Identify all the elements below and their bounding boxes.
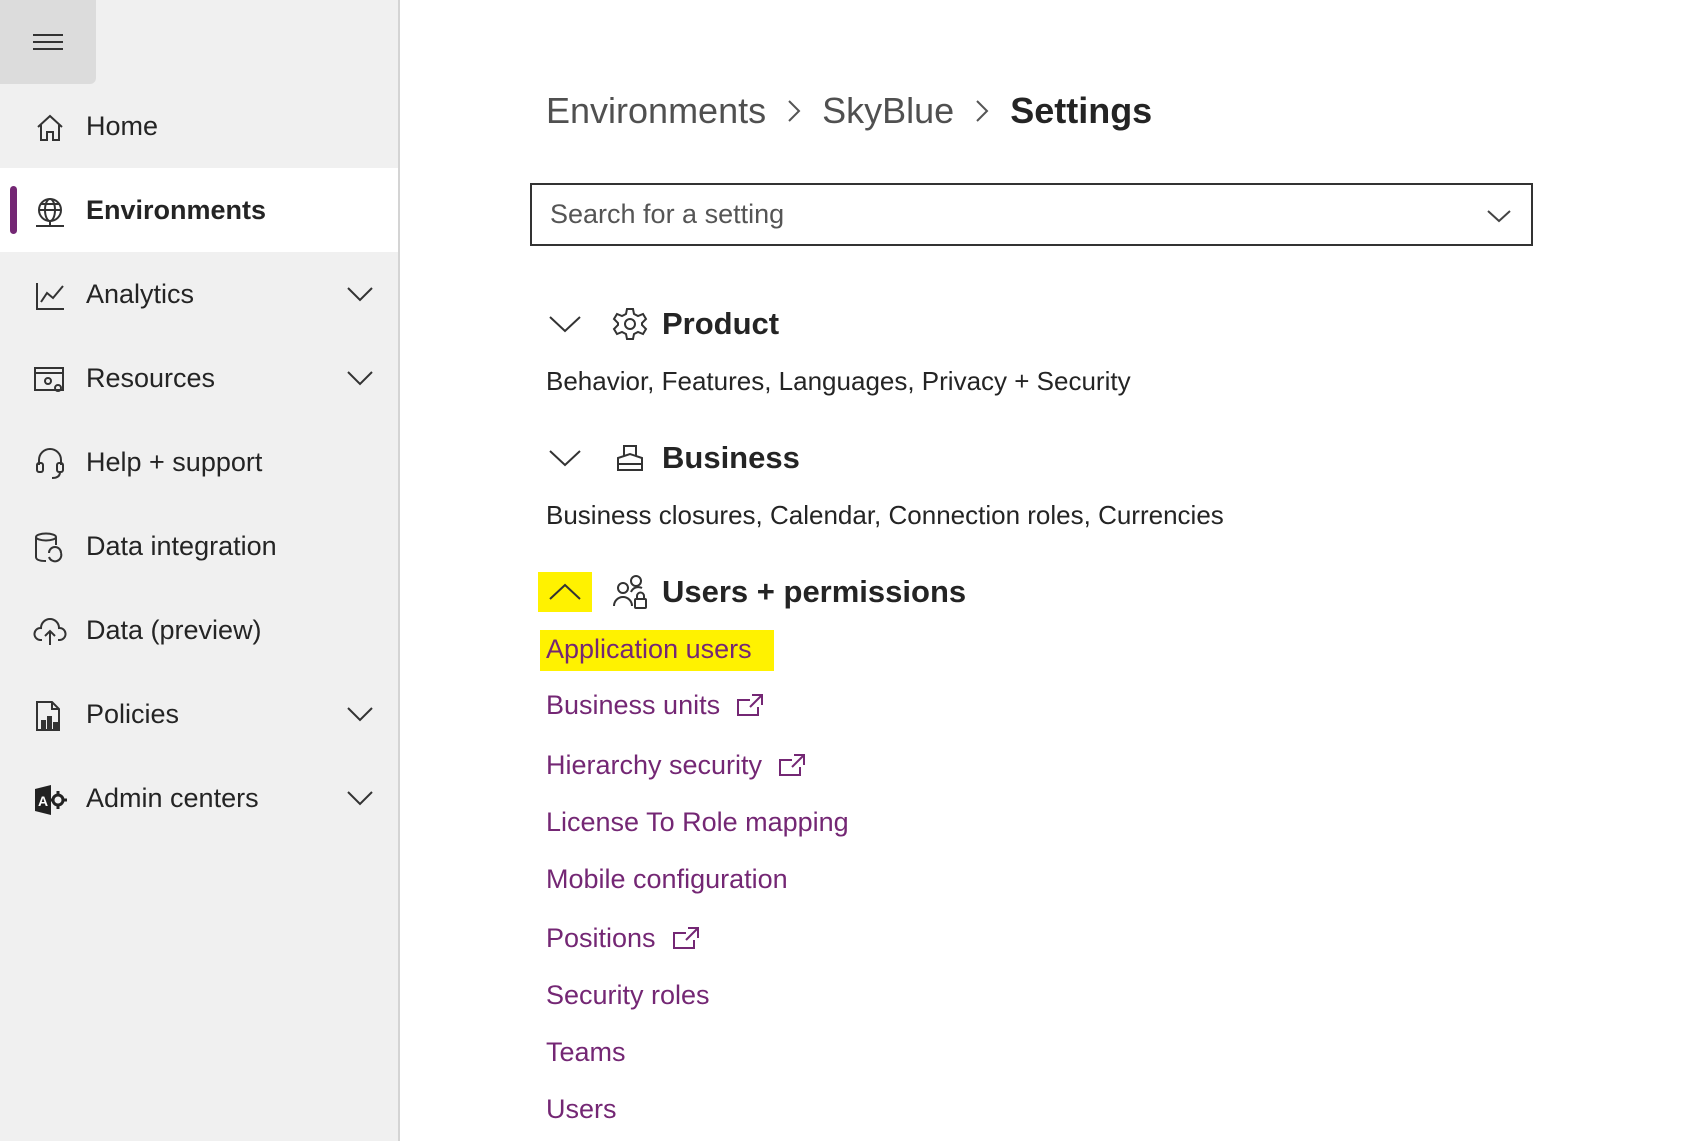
link-license-to-role-mapping[interactable]: License To Role mapping <box>546 807 849 838</box>
sidebar-item-data-integration[interactable]: Data integration <box>0 504 398 588</box>
link-application-users[interactable]: Application users <box>540 630 774 671</box>
hamburger-menu-button[interactable] <box>0 0 96 84</box>
chevron-down-icon[interactable] <box>344 784 376 812</box>
sidebar-item-home[interactable]: Home <box>0 84 398 168</box>
breadcrumb-item-skyblue[interactable]: SkyBlue <box>822 90 954 132</box>
data-integration-icon <box>32 530 68 566</box>
link-mobile-configuration[interactable]: Mobile configuration <box>546 864 788 895</box>
external-link-icon <box>672 926 700 952</box>
link-hierarchy-security[interactable]: Hierarchy security <box>546 750 806 781</box>
sidebar-item-label: Admin centers <box>86 782 259 813</box>
link-users[interactable]: Users <box>546 1094 617 1125</box>
search-placeholder: Search for a setting <box>550 199 785 229</box>
sidebar-item-admin-centers[interactable]: A Admin centers <box>0 756 398 840</box>
search-setting-combobox[interactable]: Search for a setting <box>530 183 1533 246</box>
link-positions[interactable]: Positions <box>546 923 700 954</box>
svg-text:A: A <box>38 793 48 809</box>
chart-icon <box>32 278 68 314</box>
breadcrumb: Environments SkyBlue Settings <box>546 86 1152 136</box>
sidebar-item-policies[interactable]: Policies <box>0 672 398 756</box>
headset-icon <box>32 446 68 482</box>
users-lock-icon <box>610 572 650 612</box>
sidebar-item-label: Environments <box>86 194 267 225</box>
cloud-icon <box>32 614 68 650</box>
resources-icon <box>32 362 68 398</box>
sidebar-item-label: Home <box>86 110 159 141</box>
sidebar: Home Environments Analytics Resources He… <box>0 0 400 1141</box>
business-expand-toggle[interactable] <box>538 438 592 478</box>
product-expand-toggle[interactable] <box>538 304 592 344</box>
gear-icon <box>610 304 650 344</box>
section-product-description: Behavior, Features, Languages, Privacy +… <box>546 366 1131 396</box>
link-security-roles[interactable]: Security roles <box>546 980 710 1011</box>
external-link-icon <box>736 693 764 719</box>
sidebar-item-data-preview[interactable]: Data (preview) <box>0 588 398 672</box>
sidebar-item-label: Help + support <box>86 446 263 477</box>
chevron-down-icon[interactable] <box>344 364 376 392</box>
link-business-units[interactable]: Business units <box>546 690 764 721</box>
sidebar-item-label: Data (preview) <box>86 614 262 645</box>
chevron-right-icon <box>766 93 822 129</box>
sidebar-item-resources[interactable]: Resources <box>0 336 398 420</box>
section-product-header: Product <box>538 296 779 352</box>
sidebar-item-analytics[interactable]: Analytics <box>0 252 398 336</box>
sidebar-item-label: Data integration <box>86 530 277 561</box>
sidebar-item-help-support[interactable]: Help + support <box>0 420 398 504</box>
sidebar-item-environments[interactable]: Environments <box>0 168 398 252</box>
section-product-title: Product <box>662 306 780 341</box>
section-users-header: Users + permissions <box>538 564 966 620</box>
hamburger-icon <box>33 34 63 50</box>
sidebar-item-label: Resources <box>86 362 216 393</box>
sidebar-item-label: Policies <box>86 698 180 729</box>
sidebar-nav: Home Environments Analytics Resources He… <box>0 84 398 840</box>
chevron-down-icon[interactable] <box>1485 202 1513 230</box>
policy-icon <box>32 698 68 734</box>
chevron-right-icon <box>954 93 1010 129</box>
section-users-title: Users + permissions <box>662 574 967 609</box>
section-business-description: Business closures, Calendar, Connection … <box>546 500 1224 530</box>
link-teams[interactable]: Teams <box>546 1037 626 1068</box>
home-icon <box>32 110 68 146</box>
section-business-title: Business <box>662 440 800 475</box>
breadcrumb-item-settings: Settings <box>1010 90 1153 131</box>
users-collapse-toggle[interactable] <box>538 572 592 612</box>
chevron-down-icon <box>549 450 581 467</box>
building-icon <box>610 438 650 478</box>
chevron-up-icon <box>549 583 581 600</box>
chevron-down-icon <box>549 316 581 333</box>
globe-icon <box>32 194 68 230</box>
section-business-header: Business <box>538 430 800 486</box>
sidebar-item-label: Analytics <box>86 278 195 309</box>
chevron-down-icon[interactable] <box>344 700 376 728</box>
external-link-icon <box>778 753 806 779</box>
admin-icon: A <box>32 782 68 818</box>
breadcrumb-item-environments[interactable]: Environments <box>546 90 766 132</box>
main-content: Environments SkyBlue Settings Search for… <box>402 0 1684 1141</box>
chevron-down-icon[interactable] <box>344 280 376 308</box>
